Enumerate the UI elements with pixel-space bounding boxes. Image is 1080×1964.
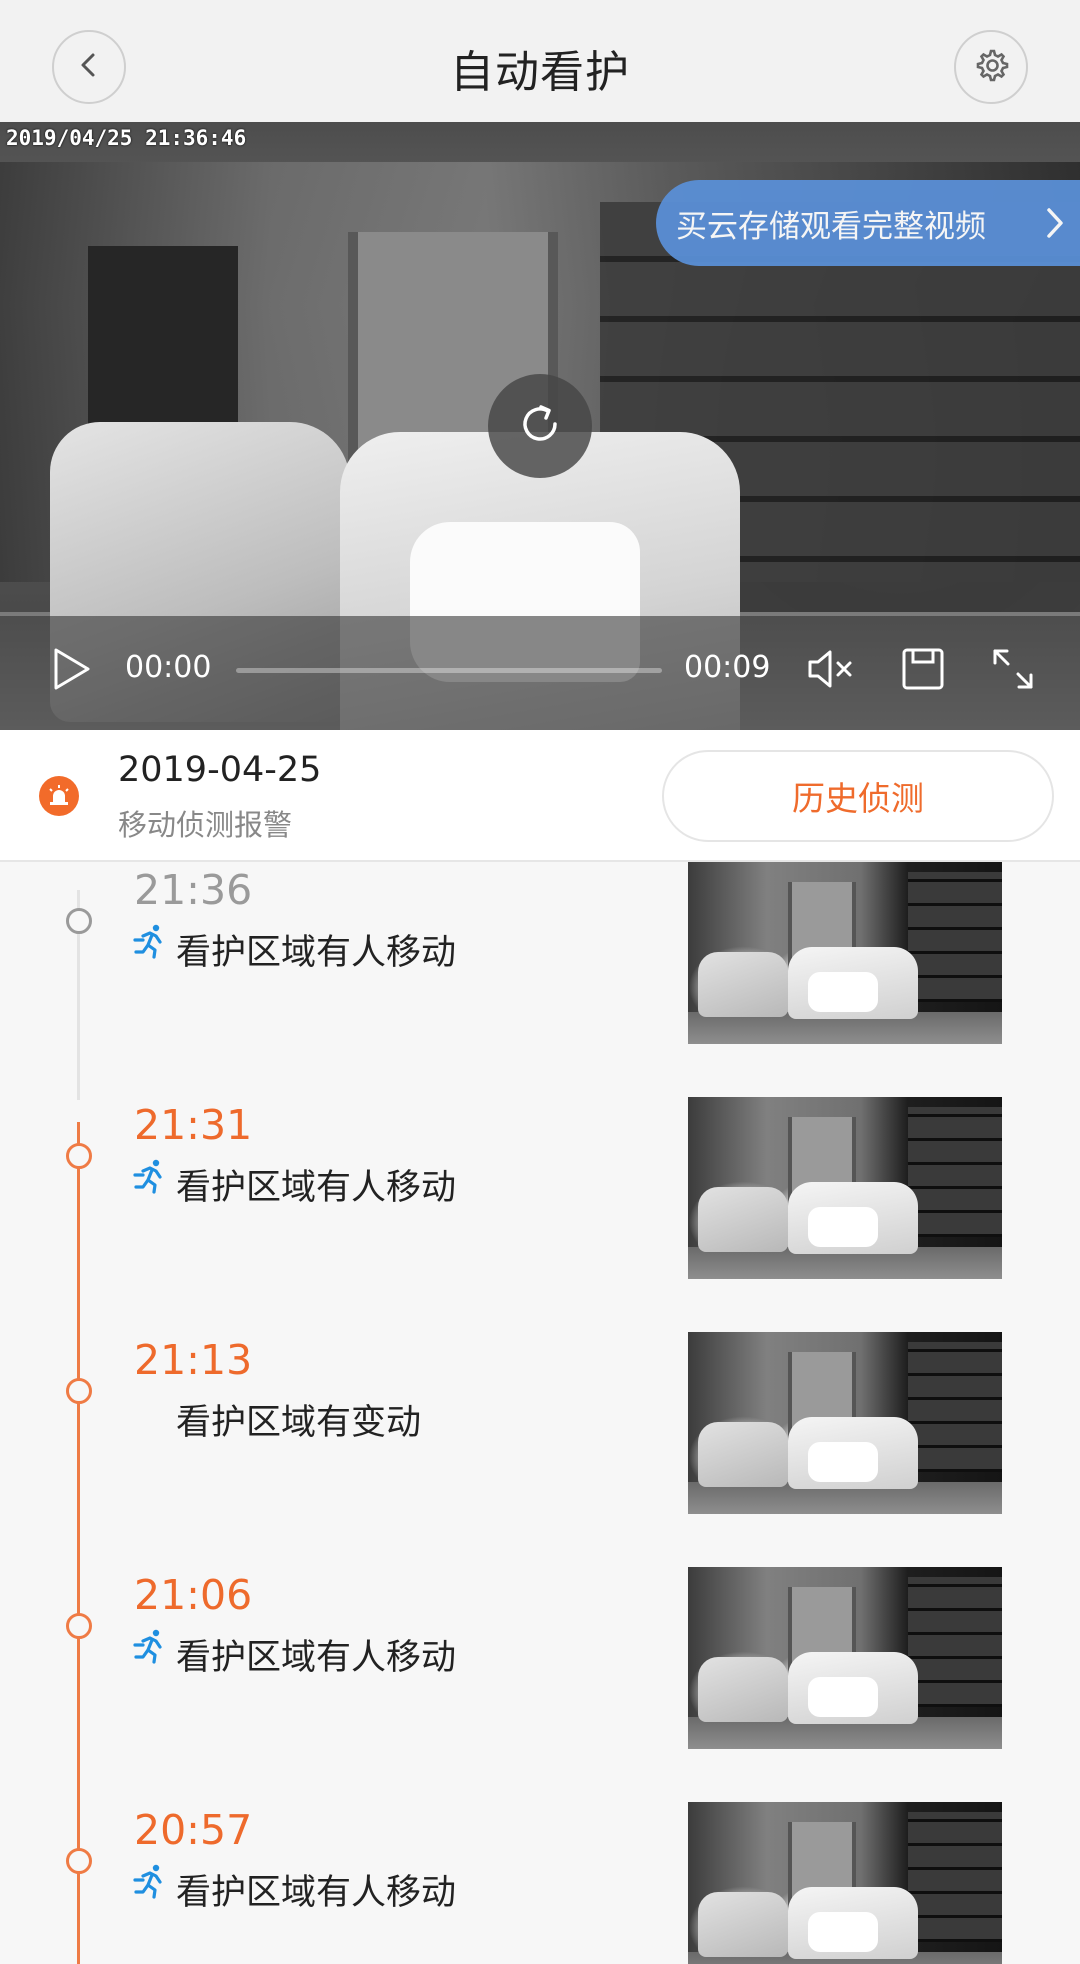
timeline-event[interactable]: 21:31 看护区域有人移动 (0, 1045, 1080, 1279)
alarm-icon (39, 776, 79, 816)
running-person-icon (132, 1158, 168, 1198)
event-time: 20:57 (134, 1806, 253, 1854)
cloud-banner-label: 买云存储观看完整视频 (676, 208, 986, 245)
event-thumbnail[interactable] (688, 1332, 1002, 1514)
timeline-event[interactable]: 21:36 看护区域有人移动 (0, 862, 1080, 1044)
timeline-event[interactable]: 21:13 看护区域有变动 (0, 1280, 1080, 1514)
timeline-event[interactable]: 21:06 看护区域有人移动 (0, 1515, 1080, 1749)
video-timestamp: 2019/04/25 21:36:46 (6, 126, 247, 150)
event-thumbnail[interactable] (688, 1567, 1002, 1749)
event-description: 看护区域有人移动 (176, 1873, 457, 1913)
event-timeline: 21:36 看护区域有人移动 21:31 看护区域有人移动 21:13 看护区域有变动 21… (0, 862, 1080, 1964)
gear-icon (973, 47, 1009, 87)
event-time: 21:13 (134, 1336, 253, 1384)
event-description: 看护区域有人移动 (176, 933, 457, 973)
timeline-dot (66, 1143, 92, 1169)
reload-button[interactable] (488, 374, 592, 478)
event-time: 21:36 (134, 866, 253, 914)
event-thumbnail[interactable] (688, 862, 1002, 1044)
page-title: 自动看护 (450, 47, 630, 98)
timeline-dot (66, 908, 92, 934)
play-icon[interactable] (52, 646, 92, 696)
event-description: 看护区域有人移动 (176, 1638, 457, 1678)
alert-type: 移动侦测报警 (118, 808, 293, 842)
alert-date: 2019-04-25 (118, 750, 322, 790)
running-person-icon (132, 923, 168, 963)
save-icon[interactable] (900, 646, 946, 696)
event-time: 21:31 (134, 1101, 253, 1149)
history-detection-button[interactable]: 历史侦测 (662, 750, 1054, 842)
running-person-icon (132, 1863, 168, 1903)
header-bar: 自动看护 (0, 0, 1080, 122)
event-thumbnail[interactable] (688, 1802, 1002, 1964)
timeline-dot (66, 1378, 92, 1404)
timeline-dot (66, 1613, 92, 1639)
cloud-storage-banner[interactable]: 买云存储观看完整视频 (656, 180, 1080, 266)
event-description: 看护区域有人移动 (176, 1168, 457, 1208)
mute-icon[interactable] (806, 646, 856, 696)
fullscreen-icon[interactable] (990, 646, 1036, 696)
running-person-icon (132, 1628, 168, 1668)
duration-time: 00:09 (684, 650, 771, 685)
timeline-dot (66, 1848, 92, 1874)
settings-button[interactable] (954, 30, 1028, 104)
event-thumbnail[interactable] (688, 1097, 1002, 1279)
progress-bar[interactable] (236, 668, 662, 673)
current-time: 00:00 (125, 650, 212, 685)
chevron-right-icon (1044, 206, 1066, 248)
refresh-icon (514, 398, 566, 454)
event-time: 21:06 (134, 1571, 253, 1619)
video-player[interactable]: 2019/04/25 21:36:46 买云存储观看完整视频 00:00 00:… (0, 122, 1080, 730)
timeline-event[interactable]: 20:57 看护区域有人移动 (0, 1750, 1080, 1964)
playback-controls: 00:00 00:09 (0, 616, 1080, 730)
alert-info-bar: 2019-04-25 移动侦测报警 历史侦测 (0, 730, 1080, 862)
event-description: 看护区域有变动 (176, 1403, 422, 1443)
